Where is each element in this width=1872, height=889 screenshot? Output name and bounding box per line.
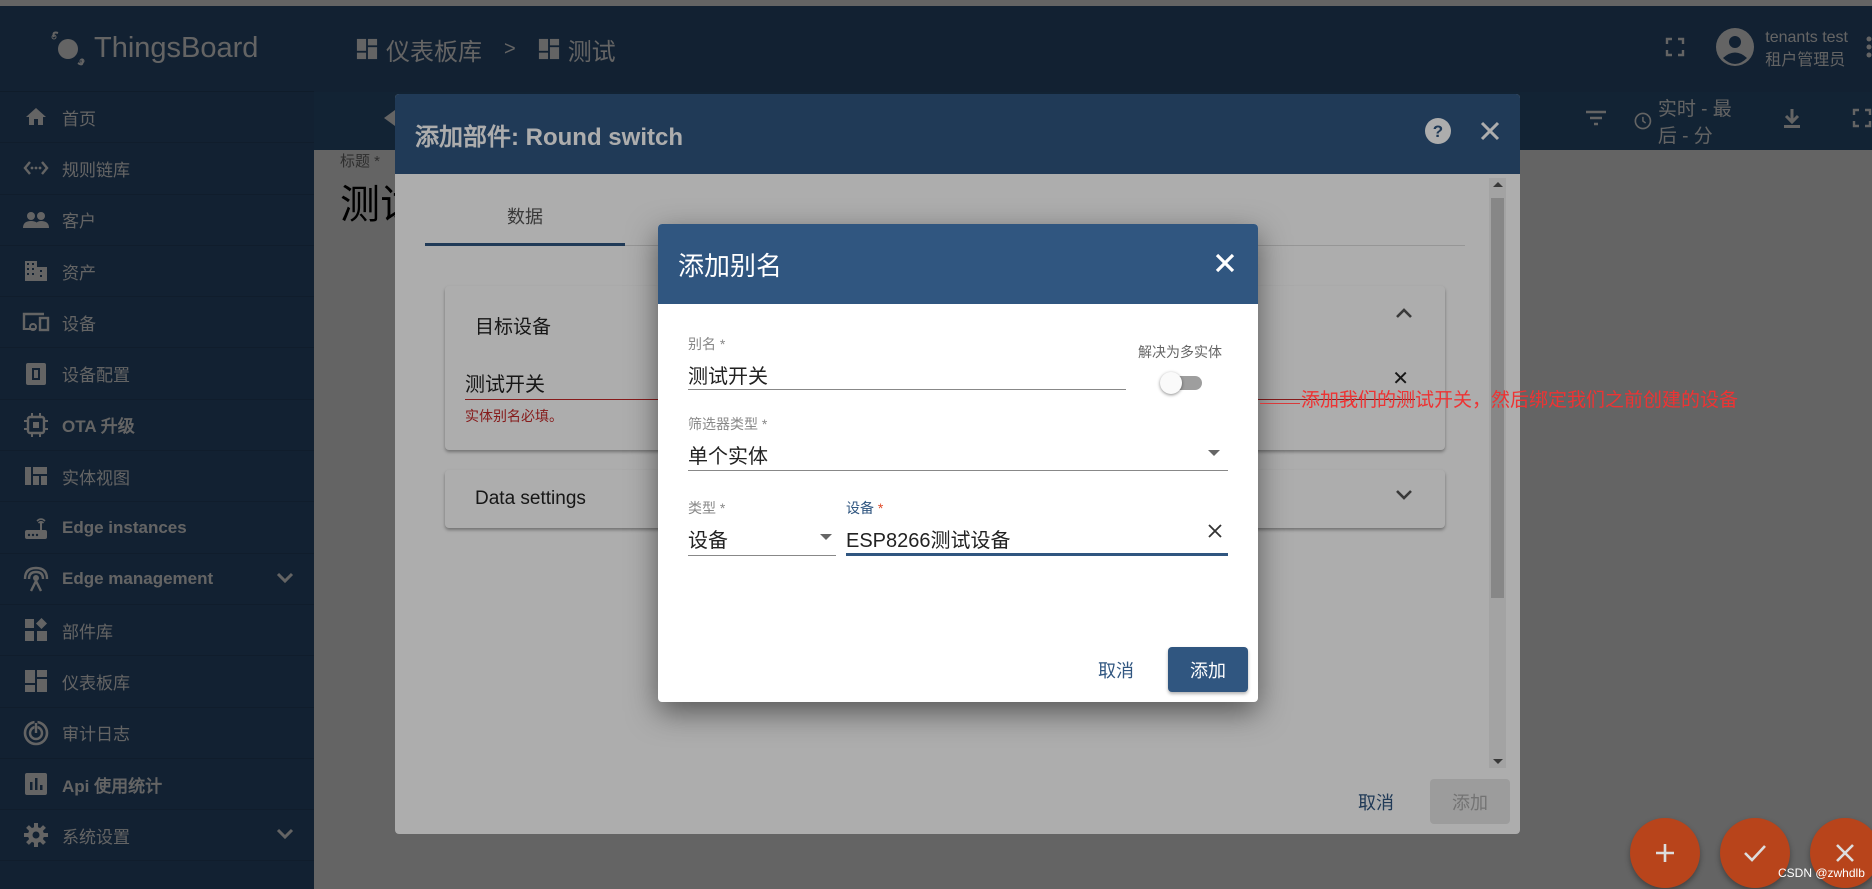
alias-label: 别名 * (688, 336, 726, 352)
add-widget-fab[interactable] (1630, 818, 1700, 888)
filter-type-value: 单个实体 (688, 446, 768, 468)
field-underline (688, 470, 1228, 471)
device-label: 设备 * (846, 498, 1228, 518)
entity-type-select[interactable]: 类型 * 设备 (688, 498, 836, 556)
field-underline (688, 555, 836, 556)
field-underline-focused (846, 553, 1228, 556)
resolve-multiple-label: 解决为多实体 (1138, 344, 1222, 360)
add-icon (1656, 844, 1674, 862)
alias-field[interactable]: 别名 * 测试开关 (688, 334, 1126, 390)
required-mark: * (877, 500, 884, 516)
add-alias-dialog-header: 添加别名 (658, 224, 1258, 304)
watermark: CSDN @zwhdlb (1778, 866, 1865, 880)
cancel-button[interactable]: 取消 (1084, 649, 1148, 691)
add-button[interactable]: 添加 (1168, 647, 1248, 692)
clear-icon[interactable] (1208, 524, 1222, 543)
annotation-text: 添加我们的测试开关，然后绑定我们之前创建的设备 (1301, 390, 1739, 411)
add-alias-dialog: 添加别名 别名 * 测试开关 解决为多实体 筛选器类型 * 单个实体 类型 * … (658, 224, 1258, 702)
alias-input[interactable]: 测试开关 (688, 360, 1126, 389)
device-label-text: 设备 (846, 500, 874, 516)
dropdown-arrow-icon (1208, 450, 1220, 456)
toggle-knob (1160, 372, 1182, 394)
dialog-actions: 取消 添加 (1084, 647, 1248, 692)
device-autocomplete[interactable]: 设备 * ESP8266测试设备 (846, 498, 1228, 556)
close-icon (1836, 844, 1854, 862)
filter-type-label: 筛选器类型 * (688, 416, 768, 432)
entity-type-value: 设备 (688, 530, 728, 552)
filter-type-select[interactable]: 筛选器类型 * 单个实体 (688, 414, 1228, 471)
annotation-line (1260, 403, 1300, 404)
check-icon (1744, 845, 1766, 862)
device-input[interactable]: ESP8266测试设备 (846, 524, 1228, 553)
dropdown-arrow-icon (820, 534, 832, 540)
field-underline (688, 389, 1126, 390)
close-icon[interactable] (1214, 250, 1236, 281)
resolve-multiple-toggle[interactable] (1160, 372, 1204, 394)
dialog-title: 添加别名 (678, 250, 783, 281)
entity-type-label: 类型 * (688, 500, 726, 516)
